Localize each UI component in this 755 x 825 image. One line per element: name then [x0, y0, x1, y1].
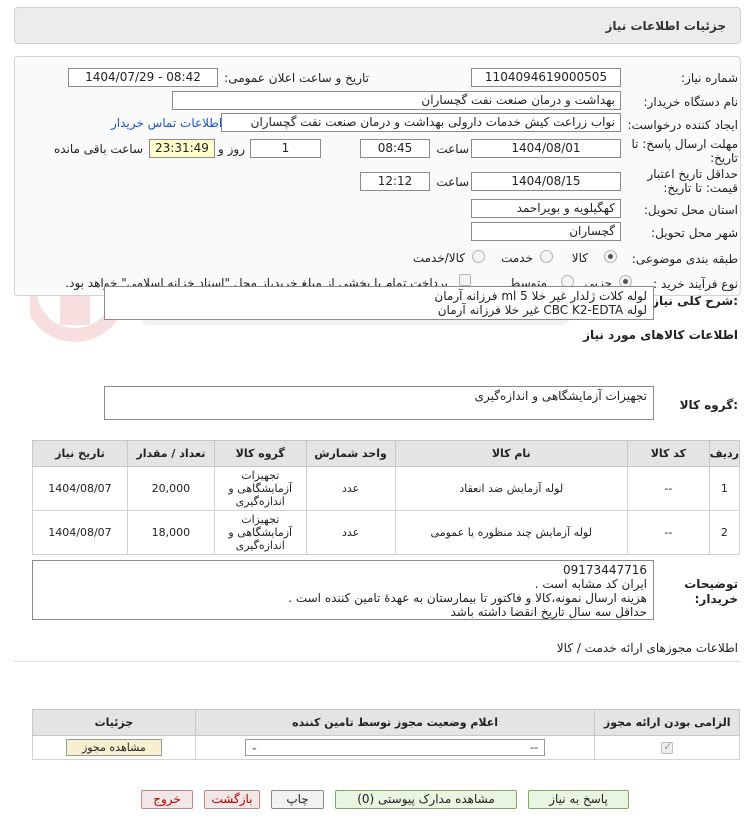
goods-group-label: گروه کالا: [679, 398, 738, 412]
permit-status-cell: -- ⌄ [194, 735, 596, 760]
goods-table: ردیف کد کالا نام کالا واحد شمارش گروه کا… [32, 440, 741, 555]
permit-details-cell: مشاهده مجوز [32, 735, 196, 760]
validity-time-label: ساعت [436, 175, 469, 189]
exit-button[interactable]: خروج [141, 790, 193, 809]
row-date: 1404/08/07 [32, 466, 128, 511]
permit-status-value: -- [530, 741, 539, 754]
validity-date-field: 1404/08/15 [471, 172, 621, 191]
row-name: لوله آزمایش ضد انعقاد [394, 466, 628, 511]
buyer-notes-label: توضیحات خریدار: [684, 577, 738, 606]
summary-label: شرح کلی نیاز: [652, 294, 738, 308]
col-permit-required: الزامی بودن ارائه مجوز [594, 709, 740, 736]
permit-required-cell: ✓ [594, 735, 740, 760]
row-index: 2 [708, 510, 741, 555]
goods-group-box: تجهیزات آزمایشگاهی و اندازه‌گیری [104, 386, 654, 420]
row-group: تجهیزات آزمایشگاهی و اندازه‌گیری [213, 510, 307, 555]
validity-time-field: 12:12 [360, 172, 430, 191]
chevron-down-icon: ⌄ [250, 742, 259, 753]
col-index: ردیف [708, 440, 741, 467]
row-index: 1 [708, 466, 741, 511]
announce-field: 1404/07/29 - 08:42 [68, 68, 218, 87]
permit-status-select[interactable]: -- ⌄ [245, 739, 546, 756]
table-row: ✓ -- ⌄ مشاهده مجوز [32, 735, 740, 760]
row-date: 1404/08/07 [32, 510, 128, 555]
category-radio-both[interactable] [472, 250, 485, 263]
province-field: کهگیلویه و بویراحمد [471, 199, 621, 218]
table-row: 2 -- لوله آزمایش چند منظوره یا عمومی عدد… [32, 510, 741, 555]
buyer-label: نام دستگاه خریدار: [643, 95, 739, 109]
row-unit: عدد [305, 466, 396, 511]
row-code: -- [626, 510, 710, 555]
category-radio-goods[interactable] [604, 250, 617, 263]
buyer-notes-box: 09173447716 ایران کد مشابه است . هزینه ا… [32, 560, 654, 620]
reply-button[interactable]: پاسخ به نیاز [528, 790, 629, 809]
permits-title: اطلاعات مجوزهای ارائه خدمت / کالا [556, 641, 738, 655]
city-label: شهر محل تحویل: [651, 226, 738, 240]
col-permit-details: جزئیات [32, 709, 196, 736]
col-unit: واحد شمارش [305, 440, 396, 467]
back-button[interactable]: بازگشت [204, 790, 260, 809]
purchase-type-label: نوع فرآیند خرید : [653, 277, 738, 291]
buyer-field: بهداشت و درمان صنعت نفت گچساران [172, 91, 621, 110]
col-date: تاریخ نیاز [32, 440, 128, 467]
days-label: روز و [218, 142, 245, 156]
city-field: گچساران [471, 222, 621, 241]
view-permit-button[interactable]: مشاهده مجوز [65, 739, 162, 756]
notes-line-2: ایران کد مشابه است . [534, 577, 647, 591]
reply-time-field: 08:45 [360, 139, 430, 158]
print-button[interactable]: چاپ [271, 790, 324, 809]
category-option-goods: کالا [571, 251, 588, 265]
creator-label: ایجاد کننده درخواست: [627, 118, 738, 132]
header-panel: جزئیات اطلاعات نیاز [14, 7, 741, 44]
notes-line-1: 09173447716 [563, 563, 647, 577]
col-qty: تعداد / مقدار [126, 440, 215, 467]
notes-line-3: هزینه ارسال نمونه،کالا و فاکتور تا بیمار… [288, 591, 647, 605]
row-group: تجهیزات آزمایشگاهی و اندازه‌گیری [213, 466, 307, 511]
attachments-button[interactable]: مشاهده مدارک پیوستی (0) [335, 790, 517, 809]
category-option-service: خدمت [501, 251, 533, 265]
days-field: 1 [250, 139, 321, 158]
col-permit-status: اعلام وضعیت مجوز توسط تامین کننده [194, 709, 596, 736]
creator-field: نواب زراعت کیش خدمات دارولی بهداشت و درم… [221, 113, 621, 132]
goods-group-value: تجهیزات آزمایشگاهی و اندازه‌گیری [474, 389, 647, 403]
row-qty: 18,000 [126, 510, 215, 555]
row-unit: عدد [305, 510, 396, 555]
summary-line-2: لوله CBC K2-EDTA غیر خلا فرزانه آرمان [437, 303, 647, 317]
reply-date-field: 1404/08/01 [471, 139, 621, 158]
col-group: گروه کالا [213, 440, 307, 467]
divider [14, 661, 741, 662]
permit-required-checkbox[interactable]: ✓ [661, 740, 674, 754]
row-qty: 20,000 [126, 466, 215, 511]
remaining-time-field: 23:31:49 [149, 139, 215, 158]
row-name: لوله آزمایش چند منظوره یا عمومی [394, 510, 628, 555]
category-radio-service[interactable] [540, 250, 553, 263]
category-label: طبقه بندی موضوعی: [631, 252, 738, 266]
remaining-time-label: ساعت باقی مانده [53, 142, 143, 156]
reply-deadline-label: مهلت ارسال پاسخ: تا تاریخ: [631, 137, 738, 165]
category-option-both: کالا/خدمت [412, 251, 465, 265]
page-title: جزئیات اطلاعات نیاز [605, 19, 726, 33]
reply-time-label: ساعت [436, 142, 469, 156]
summary-line-1: لوله کلات ژلدار غیر خلا ml 5 فرزانه آرما… [434, 289, 647, 303]
check-icon: ✓ [663, 740, 673, 753]
notes-line-4: حداقل سه سال تاریخ انقضا داشته باشد [450, 605, 648, 619]
summary-text: لوله کلات ژلدار غیر خلا ml 5 فرزانه آرما… [104, 286, 654, 320]
buyer-contact-link[interactable]: اطلاعات تماس خریدار [111, 116, 222, 130]
announce-label: تاریخ و ساعت اعلان عمومی: [224, 71, 369, 85]
need-number-label: شماره نیاز: [681, 71, 738, 85]
treasury-payment-checkbox[interactable] [459, 274, 471, 286]
goods-section-title: اطلاعات کالاهای مورد نیاز [583, 328, 738, 342]
province-label: استان محل تحویل: [643, 203, 738, 217]
row-code: -- [626, 466, 710, 511]
need-number-field: 1104094619000505 [471, 68, 621, 87]
validity-label: حداقل تاریخ اعتبار قیمت: تا تاریخ: [647, 167, 738, 195]
col-name: نام کالا [394, 440, 628, 467]
col-code: کد کالا [626, 440, 710, 467]
table-row: 1 -- لوله آزمایش ضد انعقاد عدد تجهیزات آ… [32, 466, 741, 511]
permits-table: الزامی بودن ارائه مجوز اعلام وضعیت مجوز … [32, 709, 740, 760]
